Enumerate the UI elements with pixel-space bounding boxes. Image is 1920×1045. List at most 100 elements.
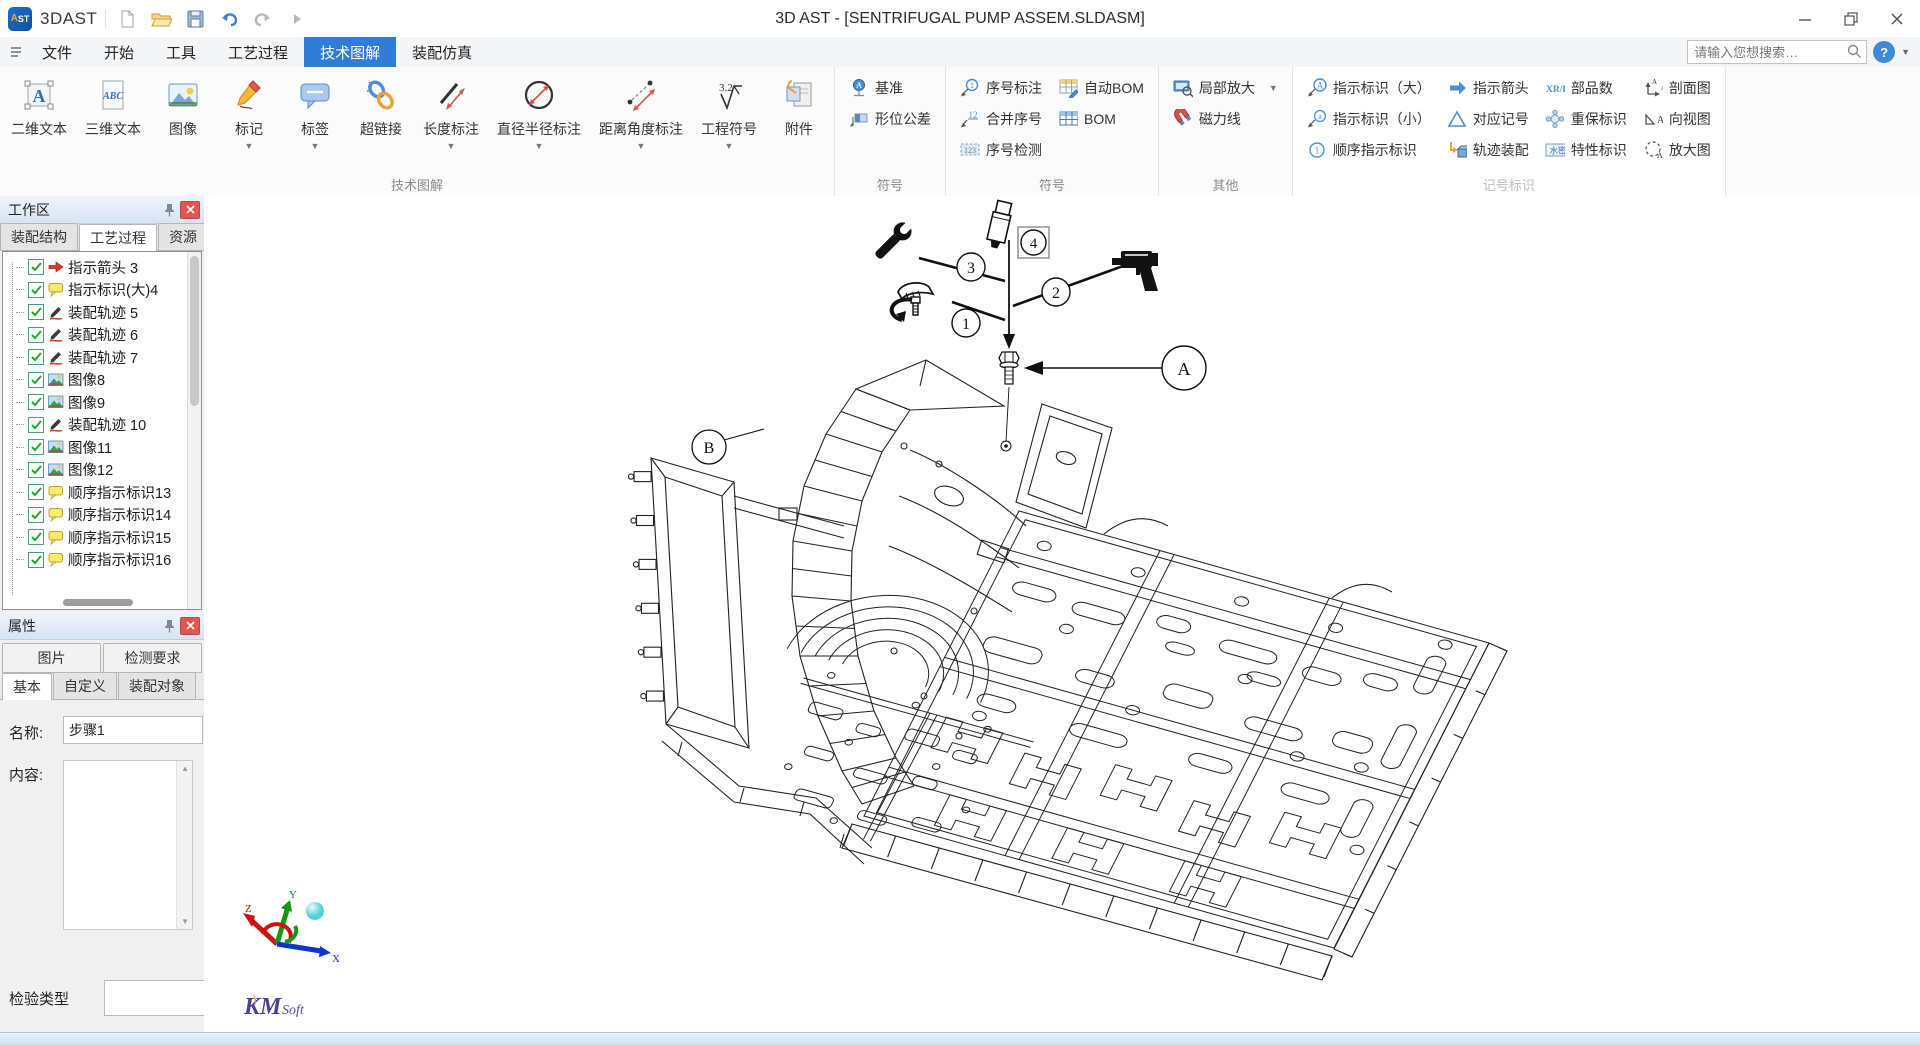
undo-icon[interactable] xyxy=(216,6,242,32)
tree-item-checkbox[interactable] xyxy=(28,349,44,365)
ribbon-button-eng-symbol[interactable]: 3.2工程符号▼ xyxy=(692,67,766,151)
workspace-tab-2[interactable]: 工艺过程 xyxy=(79,224,157,251)
ribbon-button-track-assembly[interactable]: 轨迹装配 xyxy=(1447,139,1529,161)
tree-item-10[interactable]: 图像12 xyxy=(7,459,187,482)
menu-tab-4[interactable]: 工艺过程 xyxy=(212,37,304,67)
tree-item-checkbox[interactable] xyxy=(28,439,44,455)
tree-item-5[interactable]: 装配轨迹 7 xyxy=(7,346,187,369)
ribbon-button-auto-bom[interactable]: 自动BOM xyxy=(1058,77,1144,99)
ribbon-button-seq-indicate[interactable]: 1顺序指示标识 xyxy=(1307,139,1431,161)
pin-icon[interactable] xyxy=(160,618,178,634)
tree-item-8[interactable]: 装配轨迹 10 xyxy=(7,414,187,437)
search-input[interactable] xyxy=(1687,40,1867,64)
ribbon-button-enlarge-view[interactable]: A放大图 xyxy=(1643,139,1711,161)
ribbon-button-section-view[interactable]: AA剖面图 xyxy=(1643,77,1711,99)
menu-tab-5[interactable]: 技术图解 xyxy=(304,37,396,67)
save-icon[interactable] xyxy=(182,6,208,32)
menu-tab-2[interactable]: 开始 xyxy=(88,37,150,67)
play-icon[interactable] xyxy=(284,6,310,32)
ribbon-button-part-count[interactable]: XR/L部品数 xyxy=(1545,77,1627,99)
tree-item-checkbox[interactable] xyxy=(28,327,44,343)
minimize-button[interactable] xyxy=(1782,0,1828,37)
callout-2[interactable]: 2 xyxy=(1042,278,1070,306)
callout-b[interactable]: B xyxy=(692,429,764,464)
properties-subtab-2[interactable]: 自定义 xyxy=(53,672,117,699)
properties-close-icon[interactable] xyxy=(180,617,200,635)
workspace-tab-3[interactable]: 资源 xyxy=(158,223,205,250)
ribbon-button-datum[interactable]: A基准 xyxy=(849,77,931,99)
ribbon-button-hyperlink[interactable]: 超链接 xyxy=(348,67,414,139)
tree-item-13[interactable]: 顺序指示标识15 xyxy=(7,526,187,549)
ribbon-button-indicate-arrow[interactable]: 指示箭头 xyxy=(1447,77,1529,99)
tree-item-checkbox[interactable] xyxy=(28,552,44,568)
tree-item-11[interactable]: 顺序指示标识13 xyxy=(7,481,187,504)
hand-tighten-tool-icon[interactable] xyxy=(892,283,933,322)
help-caret-icon[interactable]: ▼ xyxy=(1901,47,1910,57)
tree-item-14[interactable]: 顺序指示标识16 xyxy=(7,549,187,572)
tree-item-7[interactable]: 图像9 xyxy=(7,391,187,414)
properties-tab-check-req[interactable]: 检测要求 xyxy=(103,643,202,673)
ribbon-button-partial-zoom[interactable]: 局部放大▼ xyxy=(1173,77,1278,99)
ribbon-button-image[interactable]: 图像 xyxy=(150,67,216,139)
content-textarea[interactable]: ▲ ▼ xyxy=(63,760,193,930)
name-input[interactable] xyxy=(63,716,203,744)
check-type-input[interactable] xyxy=(104,980,204,1016)
menu-tab-6[interactable]: 装配仿真 xyxy=(396,37,488,67)
ribbon-button-attachment[interactable]: 附件 xyxy=(766,67,832,139)
ribbon-button-tag-bubble[interactable]: 标签▼ xyxy=(282,67,348,151)
tree-item-6[interactable]: 图像8 xyxy=(7,369,187,392)
callout-4[interactable]: 4 xyxy=(1018,227,1049,258)
tree-item-checkbox[interactable] xyxy=(28,507,44,523)
open-folder-icon[interactable] xyxy=(148,6,174,32)
ribbon-button-text-2d[interactable]: A二维文本 xyxy=(2,67,76,139)
ribbon-button-magnet[interactable]: 磁力线 xyxy=(1173,108,1278,130)
tree-item-2[interactable]: 指示标识(大)4 xyxy=(7,279,187,302)
pin-icon[interactable] xyxy=(160,202,178,218)
workspace-tab-1[interactable]: 装配结构 xyxy=(0,223,78,250)
ribbon-button-seq-label[interactable]: 1序号标注 xyxy=(960,77,1042,99)
wrench-tool-icon[interactable] xyxy=(871,217,918,264)
tree-horizontal-scrollbar[interactable] xyxy=(63,599,133,606)
properties-tab-picture[interactable]: 图片 xyxy=(2,643,101,673)
ribbon-button-bom[interactable]: BOM xyxy=(1058,108,1144,130)
tree-item-checkbox[interactable] xyxy=(28,484,44,500)
ribbon-button-merge-seq[interactable]: 12合并序号 xyxy=(960,108,1042,130)
tree-item-checkbox[interactable] xyxy=(28,282,44,298)
tree-item-checkbox[interactable] xyxy=(28,462,44,478)
ribbon-button-indicate-small[interactable]: a指示标识（小） xyxy=(1307,108,1431,130)
ribbon-button-correspond-mark[interactable]: 对应记号 xyxy=(1447,108,1529,130)
workspace-close-icon[interactable] xyxy=(180,201,200,219)
tree-item-4[interactable]: 装配轨迹 6 xyxy=(7,324,187,347)
drawing-canvas[interactable]: 3 4 2 1 A xyxy=(204,196,1920,1033)
tree-item-checkbox[interactable] xyxy=(28,372,44,388)
tree-vertical-scrollbar[interactable] xyxy=(187,252,201,609)
restore-button[interactable] xyxy=(1828,0,1874,37)
tree-item-1[interactable]: 指示箭头 3 xyxy=(7,256,187,279)
tree-item-9[interactable]: 图像11 xyxy=(7,436,187,459)
tree-item-checkbox[interactable] xyxy=(28,304,44,320)
impact-driver-tool-icon[interactable] xyxy=(1112,251,1158,291)
ribbon-button-feature-mark[interactable]: 水密特性标识 xyxy=(1545,139,1627,161)
ribbon-button-dim-length[interactable]: 长度标注▼ xyxy=(414,67,488,151)
tree-item-3[interactable]: 装配轨迹 5 xyxy=(7,301,187,324)
tree-item-checkbox[interactable] xyxy=(28,529,44,545)
menu-lines-icon[interactable] xyxy=(0,37,26,67)
ribbon-button-seq-check[interactable]: 123序号检测 xyxy=(960,139,1042,161)
menu-tab-1[interactable]: 文件 xyxy=(26,37,88,67)
ribbon-button-direction-view[interactable]: A向视图 xyxy=(1643,108,1711,130)
new-document-icon[interactable] xyxy=(114,6,140,32)
ribbon-button-weight-mark[interactable]: 重保标识 xyxy=(1545,108,1627,130)
content-scrollbar[interactable]: ▲ ▼ xyxy=(176,761,192,929)
search-icon[interactable] xyxy=(1847,44,1862,59)
callout-a[interactable]: A xyxy=(1024,346,1206,390)
ribbon-button-text-3d[interactable]: ABC三维文本 xyxy=(76,67,150,139)
ribbon-button-dim-diameter[interactable]: 直径半径标注▼ xyxy=(488,67,590,151)
ribbon-button-gdt[interactable]: 形位公差 xyxy=(849,108,931,130)
properties-subtab-3[interactable]: 装配对象 xyxy=(118,672,196,699)
ribbon-button-marker[interactable]: 标记▼ xyxy=(216,67,282,151)
tree-item-12[interactable]: 顺序指示标识14 xyxy=(7,504,187,527)
callout-3[interactable]: 3 xyxy=(957,253,985,281)
tree-item-checkbox[interactable] xyxy=(28,394,44,410)
ribbon-button-dim-angle[interactable]: 距离角度标注▼ xyxy=(590,67,692,151)
help-button[interactable]: ? xyxy=(1873,41,1895,63)
